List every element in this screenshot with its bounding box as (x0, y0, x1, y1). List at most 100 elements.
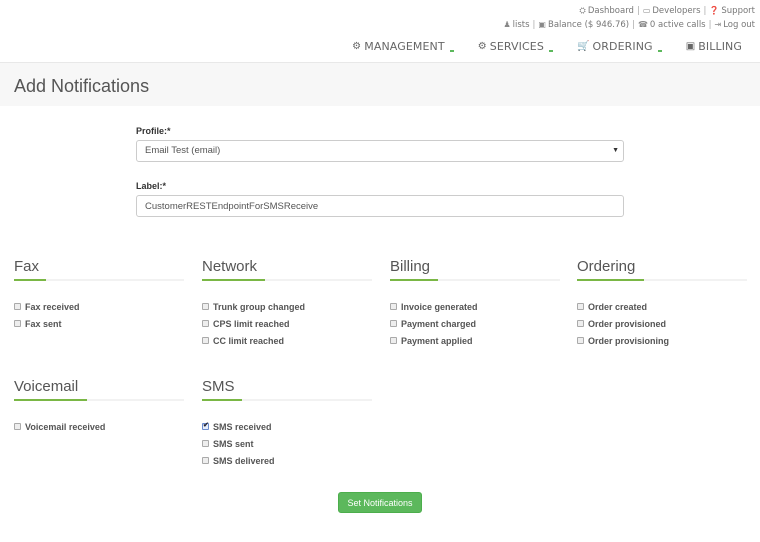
section-title: Billing (390, 258, 431, 275)
checkbox-sms-sent[interactable]: SMS sent (202, 435, 372, 452)
page-title: Add Notifications (14, 76, 150, 96)
developers-label: Developers (652, 6, 701, 16)
profile-label: Profile:* (136, 126, 171, 136)
nav-billing[interactable]: ▣ BILLING (686, 40, 742, 53)
checkbox-label: Trunk group changed (213, 301, 306, 312)
balance-link[interactable]: ▣ Balance ($ 946.76) (538, 20, 629, 30)
section-fax: Fax Fax received Fax sent (14, 258, 184, 332)
dashboard-icon: ⛭ (579, 6, 586, 15)
section-divider (14, 399, 184, 401)
checkbox[interactable] (202, 303, 209, 310)
checkbox-label: CC limit reached (213, 335, 285, 346)
checkbox-fax-received[interactable]: Fax received (14, 298, 184, 315)
lists-link[interactable]: ♟ lists (503, 20, 529, 30)
checkbox[interactable] (202, 457, 209, 464)
checkbox-cps-limit-reached[interactable]: CPS limit reached (202, 315, 372, 332)
checkbox-label: Fax received (25, 301, 80, 312)
active-calls-link[interactable]: ☎ 0 active calls (638, 20, 706, 30)
nav-ordering[interactable]: 🛒 ORDERING (577, 40, 662, 53)
support-link[interactable]: ❓ Support (709, 6, 755, 16)
section-voicemail: Voicemail Voicemail received (14, 378, 184, 435)
checkbox-checked[interactable] (202, 421, 209, 430)
balance-icon: ▣ (538, 20, 546, 29)
checkbox-order-created[interactable]: Order created (577, 298, 747, 315)
logout-link[interactable]: ⇥ Log out (714, 20, 755, 30)
section-title: SMS (202, 378, 235, 395)
developers-link[interactable]: ▭ Developers (643, 6, 701, 16)
section-billing: Billing Invoice generated Payment charge… (390, 258, 560, 349)
checkbox[interactable] (14, 423, 21, 430)
checkbox[interactable] (390, 320, 397, 327)
checkbox[interactable] (577, 337, 584, 344)
section-divider (202, 399, 372, 401)
top-links: ⛭ Dashboard | ▭ Developers | ❓ Support ♟ lists | ▣… (503, 4, 755, 32)
checkbox[interactable] (14, 320, 21, 327)
caret-down-icon (449, 49, 454, 52)
section-sms: SMS SMS received SMS sent SMS delivered (202, 378, 372, 469)
checkbox-payment-applied[interactable]: Payment applied (390, 332, 560, 349)
nav-ordering-label: ORDERING (592, 40, 653, 53)
checkbox-trunk-group-changed[interactable]: Trunk group changed (202, 298, 372, 315)
section-title: Ordering (577, 258, 636, 275)
section-divider (577, 279, 747, 281)
billing-icon: ▣ (685, 41, 696, 52)
cart-icon: 🛒 (576, 41, 590, 52)
section-divider (390, 279, 560, 281)
separator: | (708, 20, 712, 30)
dashboard-label: Dashboard (587, 6, 634, 16)
logout-label: Log out (723, 20, 755, 30)
section-ordering: Ordering Order created Order provisioned… (577, 258, 747, 349)
select-arrow-icon: ▼ (612, 147, 619, 154)
checkbox-label: SMS sent (213, 438, 254, 449)
checkbox-label: Payment charged (401, 318, 477, 329)
nav-management[interactable]: ⚙ MANAGEMENT (352, 40, 454, 53)
checkbox-fax-sent[interactable]: Fax sent (14, 315, 184, 332)
checkbox-label: Order provisioning (588, 335, 670, 346)
checkbox-sms-delivered[interactable]: SMS delivered (202, 452, 372, 469)
lists-label: lists (512, 20, 530, 30)
checkbox-invoice-generated[interactable]: Invoice generated (390, 298, 560, 315)
checkbox[interactable] (577, 303, 584, 310)
checkbox-label: Invoice generated (401, 301, 478, 312)
main-nav: ⚙ MANAGEMENT ⚙ SERVICES 🛒 ORDERING ▣ BIL… (352, 40, 742, 53)
separator: | (636, 6, 640, 16)
checkbox[interactable] (14, 303, 21, 310)
checkbox[interactable] (202, 320, 209, 327)
checkbox-cc-limit-reached[interactable]: CC limit reached (202, 332, 372, 349)
checkbox-label: CPS limit reached (213, 318, 290, 329)
services-icon: ⚙ (477, 41, 487, 52)
set-notifications-button[interactable]: Set Notifications (338, 492, 422, 513)
section-divider (202, 279, 372, 281)
checkbox-label: Order provisioned (588, 318, 667, 329)
section-title: Network (202, 258, 258, 275)
dashboard-link[interactable]: ⛭ Dashboard (579, 6, 634, 16)
nav-services-label: SERVICES (489, 40, 544, 53)
checkbox-voicemail-received[interactable]: Voicemail received (14, 418, 184, 435)
checkbox-label: Payment applied (401, 335, 473, 346)
caret-down-icon (657, 49, 662, 52)
section-divider (14, 279, 184, 281)
separator: | (532, 20, 536, 30)
user-icon: ♟ (503, 20, 511, 29)
checkbox-order-provisioning[interactable]: Order provisioning (577, 332, 747, 349)
checkbox[interactable] (390, 303, 397, 310)
checkbox[interactable] (202, 337, 209, 344)
logout-icon: ⇥ (714, 20, 722, 29)
support-label: Support (721, 6, 755, 16)
checkbox-payment-charged[interactable]: Payment charged (390, 315, 560, 332)
active-calls-label: 0 active calls (649, 20, 706, 30)
profile-select[interactable]: Email Test (email) ▼ (136, 140, 624, 162)
checkbox[interactable] (202, 440, 209, 447)
label-input[interactable] (136, 195, 624, 217)
nav-services[interactable]: ⚙ SERVICES (478, 40, 553, 53)
checkbox-sms-received[interactable]: SMS received (202, 418, 372, 435)
checkbox[interactable] (390, 337, 397, 344)
checkbox-label: Fax sent (25, 318, 62, 329)
profile-select-value: Email Test (email) (145, 145, 221, 156)
checkbox-order-provisioned[interactable]: Order provisioned (577, 315, 747, 332)
support-icon: ❓ (709, 6, 720, 15)
checkbox-label: SMS received (213, 421, 272, 432)
checkbox[interactable] (577, 320, 584, 327)
checkbox-label: SMS delivered (213, 455, 275, 466)
page-header: Add Notifications (0, 62, 760, 106)
